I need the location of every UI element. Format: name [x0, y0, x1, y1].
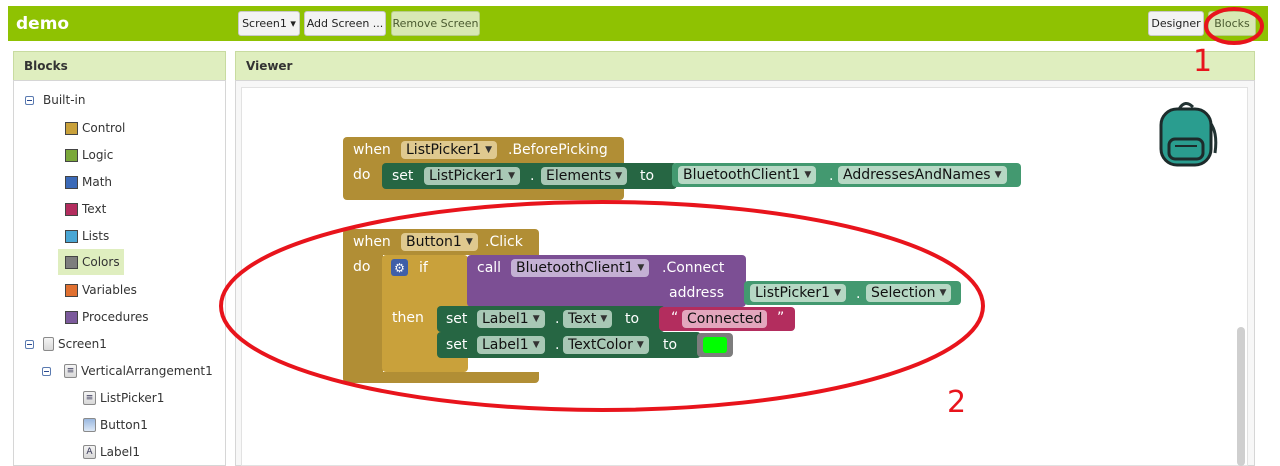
annotation-label-2: 2: [947, 385, 967, 420]
annotation-circle-2: [219, 200, 985, 412]
annotation-label-1: 1: [1193, 44, 1213, 79]
annotation-circle-1: [1204, 7, 1264, 45]
annotation-layer: [219, 7, 1264, 412]
